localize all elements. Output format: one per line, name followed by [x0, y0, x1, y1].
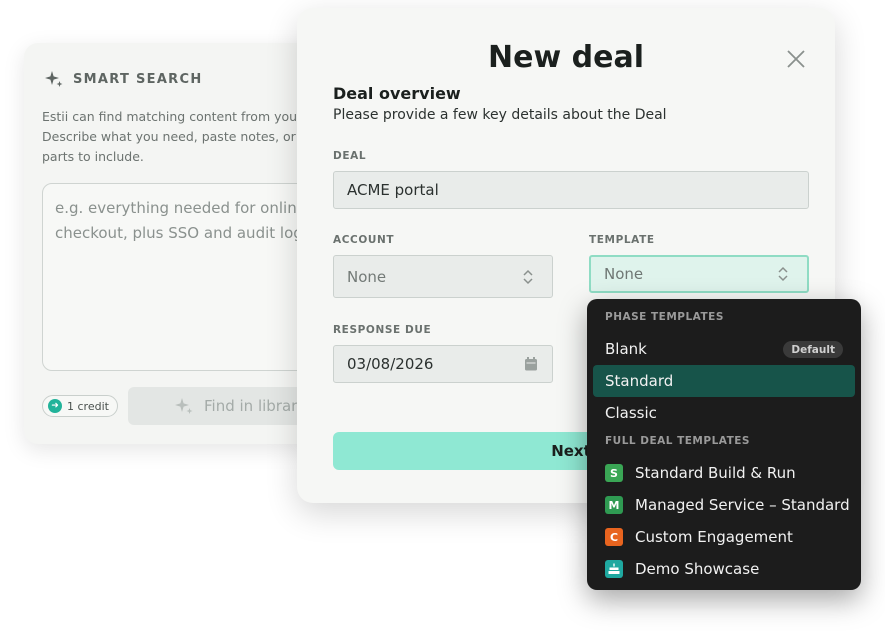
- template-dropdown: PHASE TEMPLATES Blank Default Standard C…: [587, 299, 861, 590]
- template-letter-icon: M: [605, 496, 623, 514]
- dropdown-option-blank[interactable]: Blank Default: [593, 333, 855, 365]
- deal-label: DEAL: [333, 150, 367, 162]
- placeholder-line: e.g. everything needed for online: [55, 199, 306, 217]
- overview-text: Please provide a few key details about t…: [333, 107, 667, 123]
- response-due-input[interactable]: 03/08/2026: [333, 345, 553, 383]
- calendar-icon[interactable]: [524, 357, 538, 372]
- template-label: TEMPLATE: [589, 234, 655, 246]
- smart-search-textarea[interactable]: e.g. everything needed for online checko…: [42, 183, 332, 371]
- deal-input[interactable]: ACME portal: [333, 171, 809, 209]
- placeholder-line: checkout, plus SSO and audit logging: [55, 224, 332, 242]
- modal-title: New deal: [488, 40, 644, 75]
- smart-search-header: SMART SEARCH: [44, 69, 203, 89]
- account-select[interactable]: None: [333, 255, 553, 298]
- dropdown-option-classic[interactable]: Classic: [593, 397, 855, 429]
- cake-icon: [605, 560, 623, 578]
- smart-search-panel: SMART SEARCH Estii can find matching con…: [24, 43, 344, 444]
- account-label: ACCOUNT: [333, 234, 395, 246]
- dropdown-option-custom-engagement[interactable]: C Custom Engagement: [605, 525, 793, 549]
- template-select[interactable]: None: [589, 255, 809, 293]
- response-due-label: RESPONSE DUE: [333, 324, 432, 336]
- default-badge: Default: [783, 341, 843, 358]
- full-templates-heading: FULL DEAL TEMPLATES: [605, 435, 750, 447]
- phase-templates-heading: PHASE TEMPLATES: [605, 311, 724, 323]
- select-arrows-icon: [523, 269, 533, 284]
- smart-search-title: SMART SEARCH: [73, 71, 203, 87]
- select-arrows-icon: [778, 266, 788, 282]
- dropdown-option-standard-build-run[interactable]: S Standard Build & Run: [605, 461, 796, 485]
- dropdown-option-managed-service[interactable]: M Managed Service – Standard: [605, 493, 850, 517]
- template-letter-icon: C: [605, 528, 623, 546]
- overview-heading: Deal overview: [333, 84, 461, 103]
- sparkle-icon: [45, 71, 63, 87]
- credit-icon: ➜: [48, 399, 62, 413]
- dropdown-option-standard[interactable]: Standard: [593, 365, 855, 397]
- template-letter-icon: S: [605, 464, 623, 482]
- close-icon[interactable]: [785, 48, 807, 70]
- credit-badge: ➜ 1 credit: [42, 395, 118, 417]
- sparkle-icon: [175, 398, 193, 414]
- dropdown-option-demo-showcase[interactable]: Demo Showcase: [605, 557, 759, 581]
